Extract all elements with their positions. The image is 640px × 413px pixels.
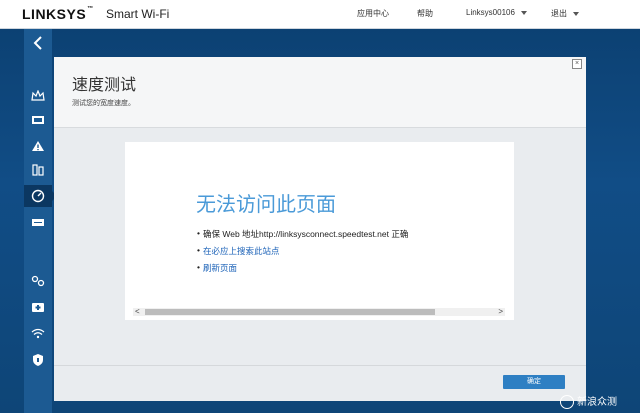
sidebar-item-security[interactable] [24,297,52,319]
chevron-down-icon [520,10,527,15]
product-name: Smart Wi-Fi [106,7,170,21]
media-icon [32,219,44,226]
top-header: LINKSYS™ Smart Wi-Fi 应用中心 帮助 Linksys0010… [0,0,640,29]
panel-header: 速度测试 测试您的宽度速度。 × [54,57,586,128]
panel-footer: 确定 [54,365,586,401]
close-icon: × [574,60,580,67]
scroll-right-icon[interactable]: > [498,307,503,316]
sidebar-item-parental[interactable] [24,160,52,182]
sina-logo-icon [560,395,574,410]
speed-gauge-icon [31,189,45,203]
sidebar-item-wireless[interactable] [24,323,52,345]
linksys-logo[interactable]: LINKSYS™ [22,6,94,22]
ok-button[interactable]: 确定 [503,375,565,389]
wifi-icon [31,328,45,339]
crown-icon [31,90,45,101]
shield-icon [33,354,43,366]
horizontal-scrollbar[interactable]: < > [133,307,505,316]
account-menu[interactable]: Linksys00106 [466,8,527,17]
settings-gears-icon [31,275,45,287]
refresh-page-link[interactable]: • 刷新页面 [197,262,237,274]
error-title: 无法访问此页面 [196,194,336,216]
sidebar-item-alerts[interactable] [24,136,52,158]
parental-icon [32,164,44,176]
logout-menu[interactable]: 退出 [551,8,579,19]
embedded-browser-frame: 无法访问此页面 • 确保 Web 地址http://linksysconnect.… [125,142,514,320]
page-subtitle: 测试您的宽度速度。 [72,100,135,107]
search-bing-link[interactable]: • 在必应上搜索此站点 [197,245,280,257]
scroll-left-icon[interactable]: < [135,307,140,316]
page-title: 速度测试 [72,77,137,94]
close-button[interactable]: × [572,59,582,69]
devices-icon [32,116,44,124]
sidebar-item-media[interactable] [24,212,52,234]
nav-app-center[interactable]: 应用中心 [357,8,389,19]
sidebar-item-shield[interactable] [24,349,52,371]
chevron-down-icon [573,11,579,16]
back-button[interactable] [24,29,52,57]
speed-test-panel: 速度测试 测试您的宽度速度。 × 无法访问此页面 • 确保 Web 地址http:… [54,57,586,401]
chevron-left-icon [33,36,42,50]
logout-label: 退出 [551,9,567,18]
sidebar-item-settings[interactable] [24,270,52,292]
watermark: 新浪众测 [560,393,617,410]
sidebar-item-home[interactable] [24,86,52,108]
warning-icon [32,141,44,151]
error-hint-url: • 确保 Web 地址http://linksysconnect.speedtes… [197,228,409,239]
security-icon [32,303,44,312]
scrollbar-thumb[interactable] [145,309,435,315]
nav-help[interactable]: 帮助 [417,8,433,19]
sidebar-item-devices[interactable] [24,110,52,132]
account-name: Linksys00106 [466,8,515,17]
sidebar-item-speed-test[interactable] [24,185,52,207]
